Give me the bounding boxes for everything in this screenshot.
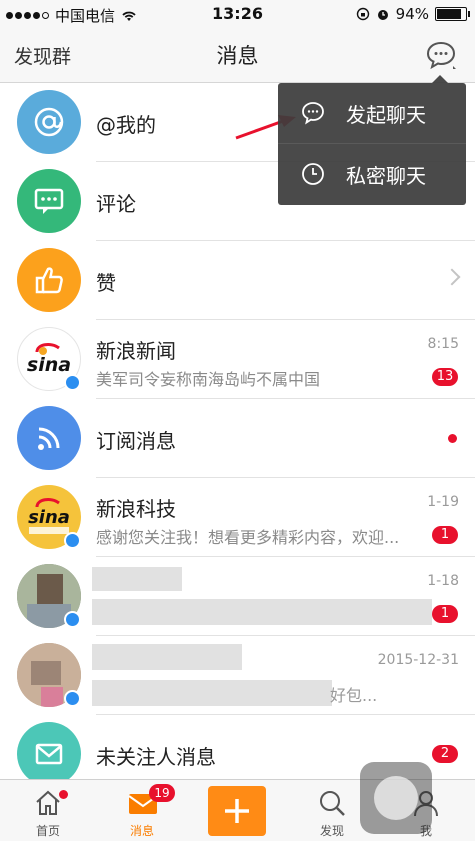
rss-icon bbox=[17, 406, 81, 470]
list-item-title: @我的 bbox=[96, 113, 156, 137]
list-item-sina-news[interactable]: sina 新浪新闻 美军司令妄称南海岛屿不属中国 8:15 13 bbox=[0, 320, 475, 399]
svg-text:sina: sina bbox=[27, 354, 71, 376]
list-item-title: 订阅消息 bbox=[96, 429, 176, 453]
list-item-time: 2015-12-31 bbox=[377, 652, 459, 668]
thumbs-up-icon bbox=[17, 248, 81, 312]
list-item-time: 1-18 bbox=[427, 573, 459, 589]
list-item-blurred-1[interactable]: 1-18 1 bbox=[0, 557, 475, 636]
chevron-right-icon bbox=[443, 268, 461, 286]
comment-icon bbox=[17, 169, 81, 233]
list-item-title: 评论 bbox=[96, 192, 136, 216]
plus-icon bbox=[225, 799, 249, 823]
status-bar: 中国电信 13:26 94% bbox=[0, 0, 475, 28]
private-chat-label: 私密聊天 bbox=[346, 163, 426, 188]
list-item-sina-tech[interactable]: sina 新浪科技 感谢您关注我！想看更多精彩内容，欢迎... 1-19 1 bbox=[0, 478, 475, 557]
unread-badge: 1 bbox=[432, 526, 458, 544]
list-item-title: 赞 bbox=[96, 271, 116, 295]
home-notification-dot bbox=[59, 790, 68, 799]
verified-badge-icon bbox=[64, 611, 81, 628]
start-chat-item[interactable]: 发起聊天 bbox=[278, 83, 466, 143]
page-title: 消息 bbox=[216, 44, 259, 68]
verified-badge-icon bbox=[64, 374, 81, 391]
rotation-lock-icon bbox=[356, 7, 369, 21]
list-item-preview: 美军司令妄称南海岛屿不属中国 bbox=[96, 370, 321, 389]
unread-badge: 1 bbox=[432, 605, 458, 623]
list-item-title: 新浪科技 bbox=[96, 497, 176, 521]
list-item-subscriptions[interactable]: 订阅消息 bbox=[0, 399, 475, 478]
messages-badge: 19 bbox=[149, 784, 175, 802]
list-item-title: 未关注人消息 bbox=[96, 745, 216, 769]
start-chat-label: 发起聊天 bbox=[346, 102, 426, 127]
list-item-preview: 好包... bbox=[330, 686, 378, 705]
tab-messages[interactable]: 19 消息 bbox=[97, 780, 187, 841]
unread-badge: 2 bbox=[432, 745, 458, 763]
nav-bar: 发现群 消息 bbox=[0, 28, 475, 83]
tab-label: 首页 bbox=[35, 824, 60, 838]
compose-plus-button[interactable] bbox=[208, 786, 266, 836]
clock-icon bbox=[302, 163, 324, 185]
list-item-preview: 感谢您关注我！想看更多精彩内容，欢迎... bbox=[96, 528, 400, 547]
at-icon bbox=[17, 90, 81, 154]
alarm-icon bbox=[377, 10, 388, 20]
list-item-blurred-2[interactable]: 2015-12-31 好包... bbox=[0, 636, 475, 715]
status-right: 94% bbox=[356, 5, 470, 23]
list-item-time: 8:15 bbox=[427, 336, 459, 352]
unread-badge: 13 bbox=[432, 368, 458, 386]
chat-bubble-icon[interactable] bbox=[425, 40, 457, 70]
mail-icon bbox=[17, 722, 81, 786]
battery-icon bbox=[435, 7, 470, 21]
unread-dot bbox=[448, 434, 457, 443]
list-item-title: 新浪新闻 bbox=[96, 339, 176, 363]
private-chat-item[interactable]: 私密聊天 bbox=[278, 144, 466, 204]
assistive-touch-button[interactable] bbox=[360, 762, 432, 834]
verified-badge-icon bbox=[64, 690, 81, 707]
chat-dropdown-menu: 发起聊天 私密聊天 bbox=[278, 75, 466, 205]
chat-bubble-icon bbox=[302, 102, 324, 125]
svg-text:sina: sina bbox=[28, 507, 70, 528]
blurred-preview bbox=[92, 680, 332, 706]
search-icon bbox=[320, 791, 345, 816]
list-item-likes[interactable]: 赞 bbox=[0, 241, 475, 320]
blurred-preview bbox=[92, 599, 432, 625]
tab-home[interactable]: 首页 bbox=[3, 780, 93, 841]
verified-badge-icon bbox=[64, 532, 81, 549]
tab-label: 消息 bbox=[129, 824, 154, 838]
list-item-time: 1-19 bbox=[427, 494, 459, 510]
blurred-title bbox=[92, 567, 182, 591]
battery-percent: 94% bbox=[395, 5, 429, 23]
blurred-title bbox=[92, 644, 242, 670]
